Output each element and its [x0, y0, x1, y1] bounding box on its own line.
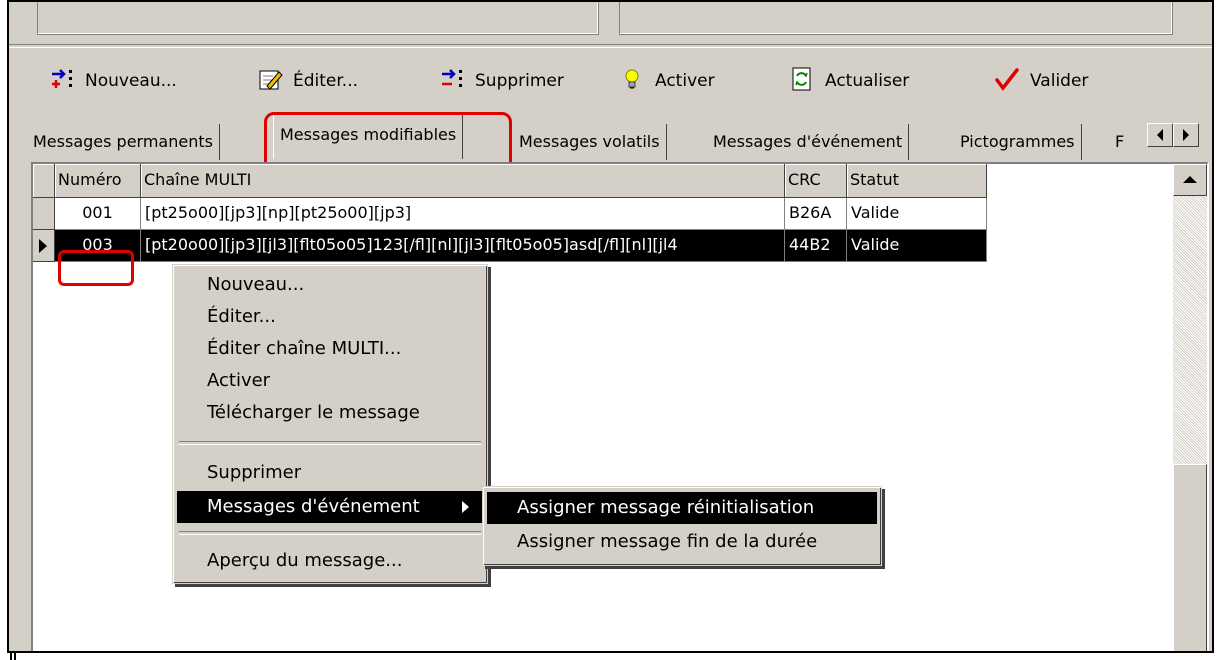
submenu-item-reinitialisation[interactable]: Assigner message réinitialisation: [487, 492, 877, 524]
menu-separator: [179, 441, 481, 445]
tab-partial[interactable]: F: [1109, 124, 1130, 160]
column-header-crc[interactable]: CRC: [785, 164, 847, 198]
activate-button[interactable]: Activer: [619, 62, 715, 100]
table-row-cell-multi[interactable]: [pt25o00][jp3][np][pt25o00][jp3]: [141, 198, 785, 230]
table-row-cell-multi-selected[interactable]: [pt20o00][jp3][jl3][flt05o05]123[/fl][nl…: [141, 230, 785, 262]
refresh-icon: [789, 66, 815, 97]
tab-messages-permanents[interactable]: Messages permanents: [27, 124, 220, 160]
delete-button[interactable]: Supprimer: [439, 62, 564, 100]
scrollbar-thumb[interactable]: [1173, 464, 1207, 651]
column-header-chaine-multi[interactable]: Chaîne MULTI: [141, 164, 785, 198]
menu-item-messages-evenement[interactable]: Messages d'événement: [177, 491, 483, 523]
menu-item-nouveau[interactable]: Nouveau...: [177, 269, 483, 301]
delete-button-label: Supprimer: [475, 71, 564, 91]
delete-icon: [439, 66, 465, 97]
edit-button-label: Éditer...: [293, 71, 359, 91]
row-indicator-current[interactable]: [33, 230, 55, 262]
menu-item-editer-chaine-multi[interactable]: Éditer chaîne MULTI...: [177, 333, 483, 365]
arrow-right-icon: [1183, 129, 1189, 141]
row-highlight-annotation: [58, 250, 134, 286]
context-menu: Nouveau... Éditer... Éditer chaîne MULTI…: [172, 264, 488, 584]
toolbar-separator: [9, 44, 1212, 48]
activate-button-label: Activer: [655, 71, 715, 91]
edit-button[interactable]: Éditer...: [257, 62, 358, 100]
vertical-scrollbar[interactable]: [1173, 164, 1207, 651]
tab-scroll-right-button[interactable]: [1173, 123, 1199, 147]
menu-item-supprimer[interactable]: Supprimer: [177, 457, 483, 489]
new-button[interactable]: Nouveau...: [49, 62, 177, 100]
column-header-numero[interactable]: Numéro: [55, 164, 141, 198]
table-row-cell-num[interactable]: 001: [55, 198, 141, 230]
arrow-up-icon: [1183, 176, 1197, 183]
column-header-statut[interactable]: Statut: [847, 164, 987, 198]
menu-separator: [179, 531, 481, 535]
menu-item-telecharger[interactable]: Télécharger le message: [177, 397, 483, 429]
scroll-up-button[interactable]: [1173, 164, 1207, 196]
arrow-left-icon: [1157, 129, 1163, 141]
new-button-label: Nouveau...: [85, 71, 177, 91]
validate-button[interactable]: Valider: [994, 62, 1088, 100]
submenu-item-fin-duree[interactable]: Assigner message fin de la durée: [487, 526, 877, 558]
current-row-arrow-icon: [39, 239, 47, 253]
tab-pictogrammes[interactable]: Pictogrammes: [954, 124, 1082, 160]
table-row-cell-status-selected[interactable]: Valide: [847, 230, 987, 262]
tab-scroll-buttons: [1147, 123, 1199, 147]
menu-item-editer[interactable]: Éditer...: [177, 301, 483, 333]
grid-corner: [33, 164, 55, 198]
tab-strip: Messages permanents Messages modifiables…: [9, 112, 1212, 160]
row-indicator[interactable]: [33, 198, 55, 230]
refresh-button[interactable]: Actualiser: [789, 62, 909, 100]
menu-item-messages-evenement-label: Messages d'événement: [207, 496, 420, 517]
refresh-button-label: Actualiser: [825, 71, 910, 91]
menu-item-activer[interactable]: Activer: [177, 365, 483, 397]
menu-item-apercu[interactable]: Aperçu du message...: [177, 545, 483, 577]
table-row-cell-crc-selected[interactable]: 44B2: [785, 230, 847, 262]
edit-icon: [257, 66, 283, 97]
checkmark-icon: [994, 66, 1020, 97]
table-row-cell-status[interactable]: Valide: [847, 198, 987, 230]
lightbulb-icon: [619, 66, 645, 97]
tab-messages-volatils[interactable]: Messages volatils: [513, 124, 667, 160]
new-icon: [49, 66, 75, 97]
validate-button-label: Valider: [1030, 71, 1089, 91]
table-row-cell-crc[interactable]: B26A: [785, 198, 847, 230]
top-panel-right: [619, 2, 1173, 35]
toolbar: Nouveau... Éditer... Supprimer Activer A…: [9, 62, 1209, 102]
submenu: Assigner message réinitialisation Assign…: [482, 486, 882, 566]
top-panel-left: [37, 2, 599, 35]
submenu-arrow-icon: [462, 501, 469, 513]
tab-scroll-left-button[interactable]: [1147, 123, 1173, 147]
tab-messages-evenement[interactable]: Messages d'événement: [707, 124, 910, 160]
